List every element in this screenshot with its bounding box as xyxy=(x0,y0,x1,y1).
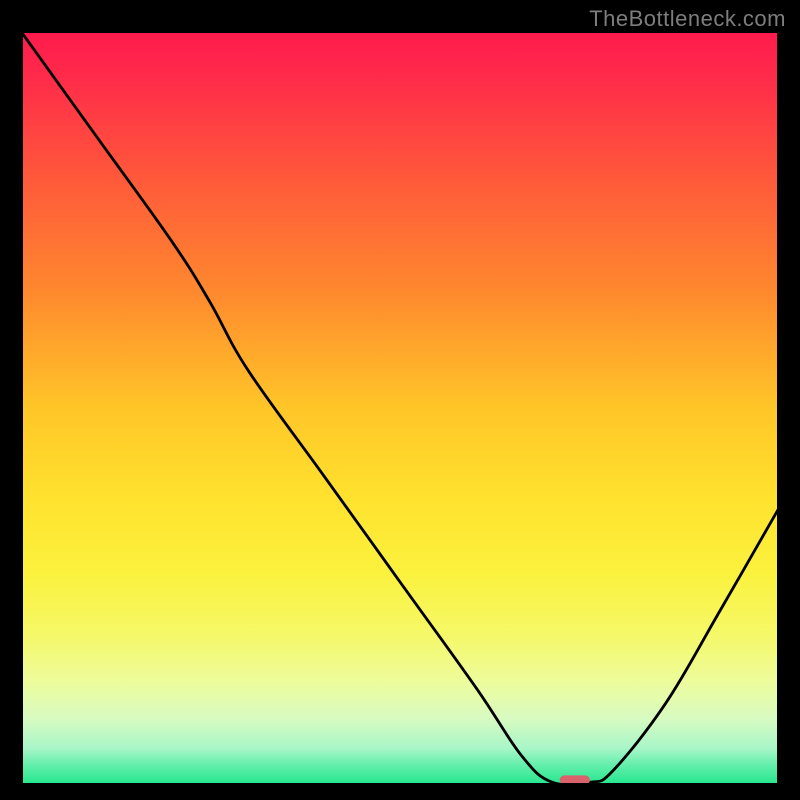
watermark-text: TheBottleneck.com xyxy=(589,6,786,32)
bottleneck-chart xyxy=(20,30,780,786)
chart-frame xyxy=(20,30,780,786)
gradient-background xyxy=(20,30,780,786)
optimal-marker xyxy=(560,775,590,784)
